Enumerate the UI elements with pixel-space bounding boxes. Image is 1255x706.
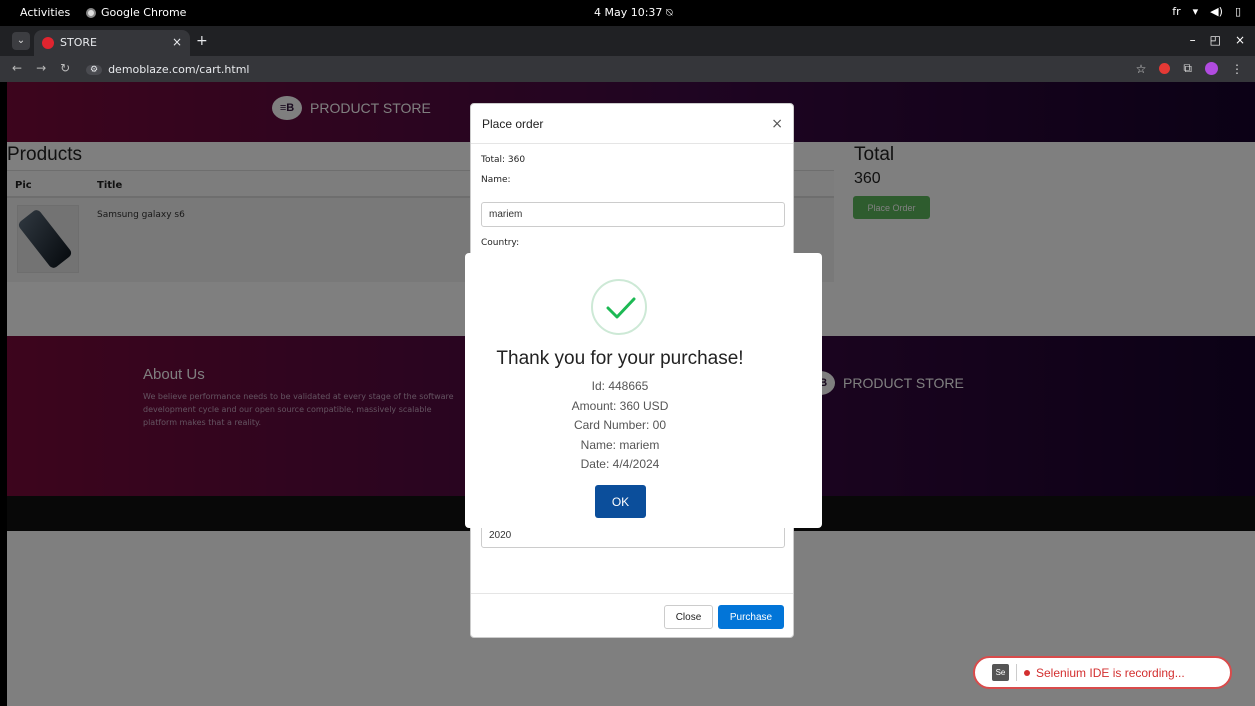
system-tray[interactable]: fr ▾ ◀) ▯	[1172, 5, 1241, 18]
modal-footer: Close Purchase	[471, 593, 793, 637]
activities-button[interactable]: Activities	[20, 6, 70, 19]
os-top-bar: Activities Google Chrome 4 May 10:37 ⍉ f…	[0, 0, 1255, 26]
toolbar-icons: ☆ ⧉ ⋮	[1136, 61, 1243, 76]
app-menu[interactable]: Google Chrome	[86, 6, 186, 19]
purchase-success-alert: Thank you for your purchase! Id: 448665 …	[465, 253, 822, 528]
alert-details: Id: 448665 Amount: 360 USD Card Number: …	[465, 377, 775, 475]
app-name: Google Chrome	[101, 6, 187, 19]
browser-tab[interactable]: STORE ×	[34, 30, 190, 56]
bell-muted-icon: ⍉	[665, 6, 673, 19]
recording-status: Selenium IDE is recording...	[1036, 665, 1185, 680]
window-controls: – ◰ ×	[1190, 33, 1245, 47]
site-info-icon[interactable]: ⚙	[86, 64, 103, 75]
badge-divider	[1016, 664, 1017, 681]
tab-title: STORE	[60, 36, 97, 49]
success-check-icon	[591, 279, 647, 335]
window-close-icon[interactable]: ×	[1235, 33, 1245, 47]
volume-icon: ◀)	[1210, 5, 1223, 18]
profile-avatar-icon[interactable]	[1205, 62, 1218, 75]
order-date: Date: 4/4/2024	[580, 457, 660, 471]
url-field[interactable]: ⚙ demoblaze.com/cart.html	[86, 60, 1106, 79]
checkmark-icon	[606, 297, 636, 319]
order-id: Id: 448665	[591, 379, 649, 393]
maximize-icon[interactable]: ◰	[1210, 33, 1221, 47]
order-card-number: Card Number: 00	[573, 418, 667, 432]
tab-search-chevron-down-icon[interactable]: ⌄	[12, 32, 30, 50]
country-label: Country:	[481, 238, 520, 248]
name-input[interactable]: mariem	[481, 202, 785, 227]
alert-title: Thank you for your purchase!	[496, 348, 744, 369]
modal-close-icon[interactable]: ×	[771, 116, 783, 132]
chrome-icon	[86, 7, 96, 18]
ok-button[interactable]: OK	[595, 485, 646, 518]
tab-close-icon[interactable]: ×	[172, 35, 182, 49]
new-tab-plus-icon[interactable]: +	[196, 33, 208, 49]
modal-header: Place order ×	[471, 104, 793, 144]
reload-icon[interactable]: ↻	[60, 61, 70, 75]
name-label: Name:	[481, 175, 511, 185]
forward-arrow-icon[interactable]: →	[36, 61, 46, 75]
language-indicator[interactable]: fr	[1172, 5, 1180, 18]
modal-title: Place order	[482, 117, 544, 131]
extensions-puzzle-icon[interactable]: ⧉	[1183, 61, 1192, 76]
selenium-logo-icon: Se	[992, 664, 1009, 681]
clock-text: 4 May 10:37	[594, 6, 663, 19]
purchase-button[interactable]: Purchase	[718, 605, 784, 629]
minimize-icon[interactable]: –	[1190, 33, 1196, 47]
store-favicon-icon	[42, 37, 54, 49]
recording-dot-icon	[1024, 669, 1030, 676]
wifi-icon: ▾	[1192, 5, 1199, 18]
address-bar-row: ← → ↻ ⚙ demoblaze.com/cart.html ☆ ⧉ ⋮	[0, 56, 1255, 82]
selenium-recording-badge[interactable]: Se Selenium IDE is recording...	[973, 656, 1232, 689]
back-arrow-icon[interactable]: ←	[12, 61, 22, 75]
total-label: Total: 360	[481, 155, 526, 165]
bookmark-star-icon[interactable]: ☆	[1136, 62, 1147, 76]
url-text: demoblaze.com/cart.html	[108, 63, 250, 76]
battery-icon: ▯	[1234, 5, 1241, 18]
tab-strip: ⌄ STORE × + – ◰ ×	[0, 26, 1255, 56]
page-viewport: ≡B PRODUCT STORE Products Pic Title Sams…	[7, 82, 1255, 706]
nav-buttons: ← → ↻	[12, 61, 70, 75]
clock[interactable]: 4 May 10:37 ⍉	[594, 6, 673, 20]
close-button[interactable]: Close	[664, 605, 713, 629]
menu-kebab-icon[interactable]: ⋮	[1231, 62, 1243, 76]
order-name: Name: mariem	[580, 437, 660, 452]
order-amount: Amount: 360 USD	[571, 398, 669, 413]
selenium-extension-icon[interactable]	[1159, 63, 1171, 74]
